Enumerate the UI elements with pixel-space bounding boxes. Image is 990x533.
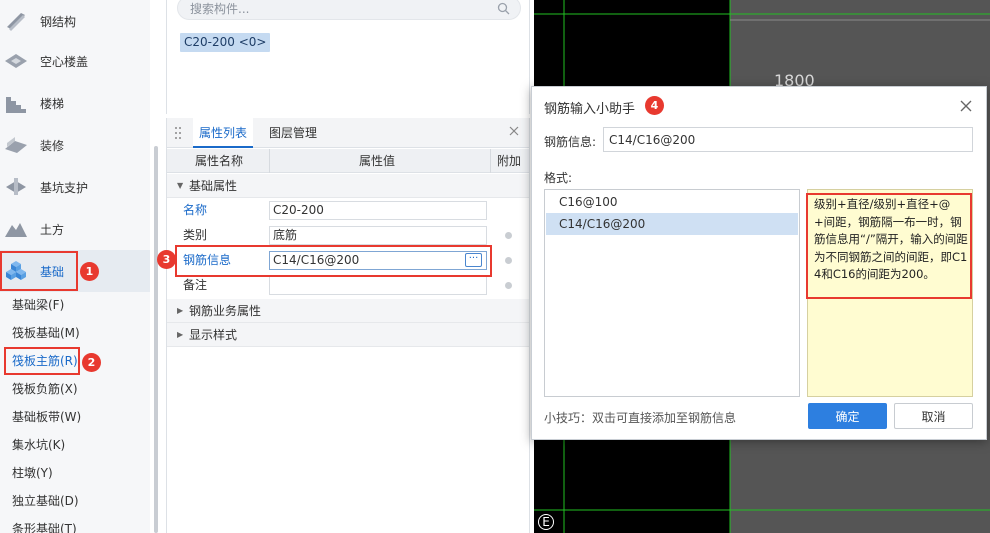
property-value-field[interactable] bbox=[269, 276, 487, 295]
sidebar-scrollbar[interactable] bbox=[154, 146, 158, 533]
component-item[interactable]: C20-200 <0> bbox=[180, 33, 271, 52]
format-help-text: 级别+直径/级别+直径+@+间距，钢筋隔一布一时，钢筋信息用“/”隔开，输入的间… bbox=[814, 197, 968, 281]
category-label: 钢结构 bbox=[40, 14, 77, 29]
properties-panel: 属性列表 图层管理 属性名称 属性值 附加 ▼ 基础属性 名称 C20-200 … bbox=[166, 118, 530, 533]
category-steel-structure[interactable]: 钢结构 bbox=[0, 0, 150, 42]
format-list: C16@100 C14/C16@200 bbox=[544, 189, 800, 397]
category-label: 装修 bbox=[40, 138, 65, 153]
category-hollow-floor[interactable]: 空心楼盖 bbox=[0, 40, 150, 82]
group-label: 基础属性 bbox=[189, 179, 238, 193]
category-earthwork[interactable]: 土方 bbox=[0, 208, 150, 250]
format-label: 格式: bbox=[544, 171, 573, 185]
extra-checkbox[interactable] bbox=[505, 257, 512, 264]
property-name: 备注 bbox=[183, 278, 208, 292]
sub-item-foundation-beam[interactable]: 基础梁(F) bbox=[12, 295, 64, 315]
property-value-field[interactable]: C20-200 bbox=[269, 201, 487, 220]
group-label: 钢筋业务属性 bbox=[189, 304, 262, 318]
steel-structure-icon bbox=[7, 13, 25, 31]
rebar-input-assistant-dialog: 钢筋输入小助手 钢筋信息: 格式: C16@100 C14/C16@200 级别… bbox=[531, 86, 987, 440]
category-label: 楼梯 bbox=[40, 96, 65, 111]
properties-tabbar: 属性列表 图层管理 bbox=[167, 118, 529, 148]
format-option-c16-100[interactable]: C16@100 bbox=[546, 191, 798, 213]
component-search-input[interactable] bbox=[190, 1, 490, 17]
sub-item-strip-footing[interactable]: 条形基础(T) bbox=[12, 519, 77, 533]
cancel-button[interactable]: 取消 bbox=[894, 403, 973, 429]
axis-label-e: E bbox=[538, 514, 554, 530]
rebar-more-button[interactable]: ··· bbox=[465, 253, 482, 267]
group-basic-properties[interactable]: ▼ 基础属性 bbox=[167, 174, 529, 198]
expand-arrow-icon: ▶ bbox=[177, 330, 184, 339]
property-value-field[interactable]: 底筋 bbox=[269, 226, 487, 245]
property-row-rebar-info: 钢筋信息 C14/C16@200 ··· bbox=[167, 248, 529, 273]
rebar-info-field[interactable]: C14/C16@200 bbox=[269, 251, 487, 270]
format-help-panel: 级别+直径/级别+直径+@+间距，钢筋隔一布一时，钢筋信息用“/”隔开，输入的间… bbox=[807, 189, 973, 397]
format-option-c14-c16-200[interactable]: C14/C16@200 bbox=[546, 213, 798, 235]
category-label: 基坑支护 bbox=[40, 180, 89, 195]
category-foundation[interactable]: 基础 bbox=[0, 250, 150, 292]
foundation-icon bbox=[6, 261, 26, 280]
stairs-icon bbox=[6, 97, 26, 113]
search-icon[interactable] bbox=[497, 2, 510, 15]
extra-checkbox[interactable] bbox=[505, 232, 512, 239]
ok-button[interactable]: 确定 bbox=[808, 403, 887, 429]
rebar-info-label: 钢筋信息: bbox=[544, 135, 597, 149]
step-badge-2: 2 bbox=[82, 353, 101, 372]
step-badge-1: 1 bbox=[80, 262, 99, 281]
hollow-floor-icon bbox=[5, 54, 27, 68]
component-list-panel: C20-200 <0> bbox=[166, 0, 530, 114]
group-display-style[interactable]: ▶ 显示样式 bbox=[167, 323, 529, 347]
column-header-extra: 附加 bbox=[497, 154, 522, 168]
drag-handle-icon[interactable] bbox=[175, 127, 181, 139]
sub-item-isolated-footing[interactable]: 独立基础(D) bbox=[12, 491, 79, 511]
property-name: 类别 bbox=[183, 228, 208, 242]
group-label: 显示样式 bbox=[189, 328, 238, 342]
close-icon[interactable] bbox=[509, 126, 519, 136]
dialog-title: 钢筋输入小助手 bbox=[544, 102, 636, 117]
sub-item-raft-main-rebar[interactable]: 筏板主筋(R) bbox=[12, 351, 78, 371]
property-row-remark: 备注 bbox=[167, 273, 529, 298]
collapse-arrow-icon: ▼ bbox=[177, 181, 184, 190]
rebar-info-input[interactable] bbox=[603, 127, 973, 152]
expand-arrow-icon: ▶ bbox=[177, 306, 184, 315]
category-label: 基础 bbox=[40, 264, 65, 279]
group-rebar-business-properties[interactable]: ▶ 钢筋业务属性 bbox=[167, 299, 529, 323]
column-header-name: 属性名称 bbox=[195, 154, 244, 168]
earthwork-icon bbox=[5, 223, 27, 237]
property-name: 名称 bbox=[183, 203, 208, 217]
dialog-close-icon[interactable] bbox=[960, 100, 972, 112]
column-header-value: 属性值 bbox=[359, 154, 396, 168]
tab-property-list[interactable]: 属性列表 bbox=[193, 118, 254, 148]
category-decoration[interactable]: 装修 bbox=[0, 124, 150, 166]
sub-item-raft-foundation[interactable]: 筏板基础(M) bbox=[12, 323, 80, 343]
property-row-category: 类别 底筋 bbox=[167, 223, 529, 248]
step-badge-3: 3 bbox=[157, 250, 176, 269]
tab-layer-management[interactable]: 图层管理 bbox=[263, 118, 323, 148]
category-stairs[interactable]: 楼梯 bbox=[0, 82, 150, 124]
sub-item-column-pier[interactable]: 柱墩(Y) bbox=[12, 463, 53, 483]
pit-support-icon bbox=[6, 178, 26, 195]
category-label: 土方 bbox=[40, 222, 65, 237]
property-row-name: 名称 C20-200 bbox=[167, 198, 529, 223]
component-search-box bbox=[177, 0, 521, 20]
property-name: 钢筋信息 bbox=[183, 253, 232, 267]
sub-item-sump-pit[interactable]: 集水坑(K) bbox=[12, 435, 65, 455]
sub-item-raft-negative-rebar[interactable]: 筏板负筋(X) bbox=[12, 379, 78, 399]
dialog-tip: 小技巧：双击可直接添加至钢筋信息 bbox=[544, 411, 737, 425]
step-badge-4: 4 bbox=[645, 96, 664, 115]
decoration-icon bbox=[5, 137, 27, 153]
category-label: 空心楼盖 bbox=[40, 54, 89, 69]
properties-table-header: 属性名称 属性值 附加 bbox=[167, 149, 529, 173]
extra-checkbox[interactable] bbox=[505, 282, 512, 289]
category-sidebar: 钢结构 空心楼盖 楼梯 装修 基坑支护 土方 基础 基础梁(F) 筏板基础(M)… bbox=[0, 0, 158, 533]
category-pit-support[interactable]: 基坑支护 bbox=[0, 166, 150, 208]
sub-item-foundation-strip[interactable]: 基础板带(W) bbox=[12, 407, 81, 427]
